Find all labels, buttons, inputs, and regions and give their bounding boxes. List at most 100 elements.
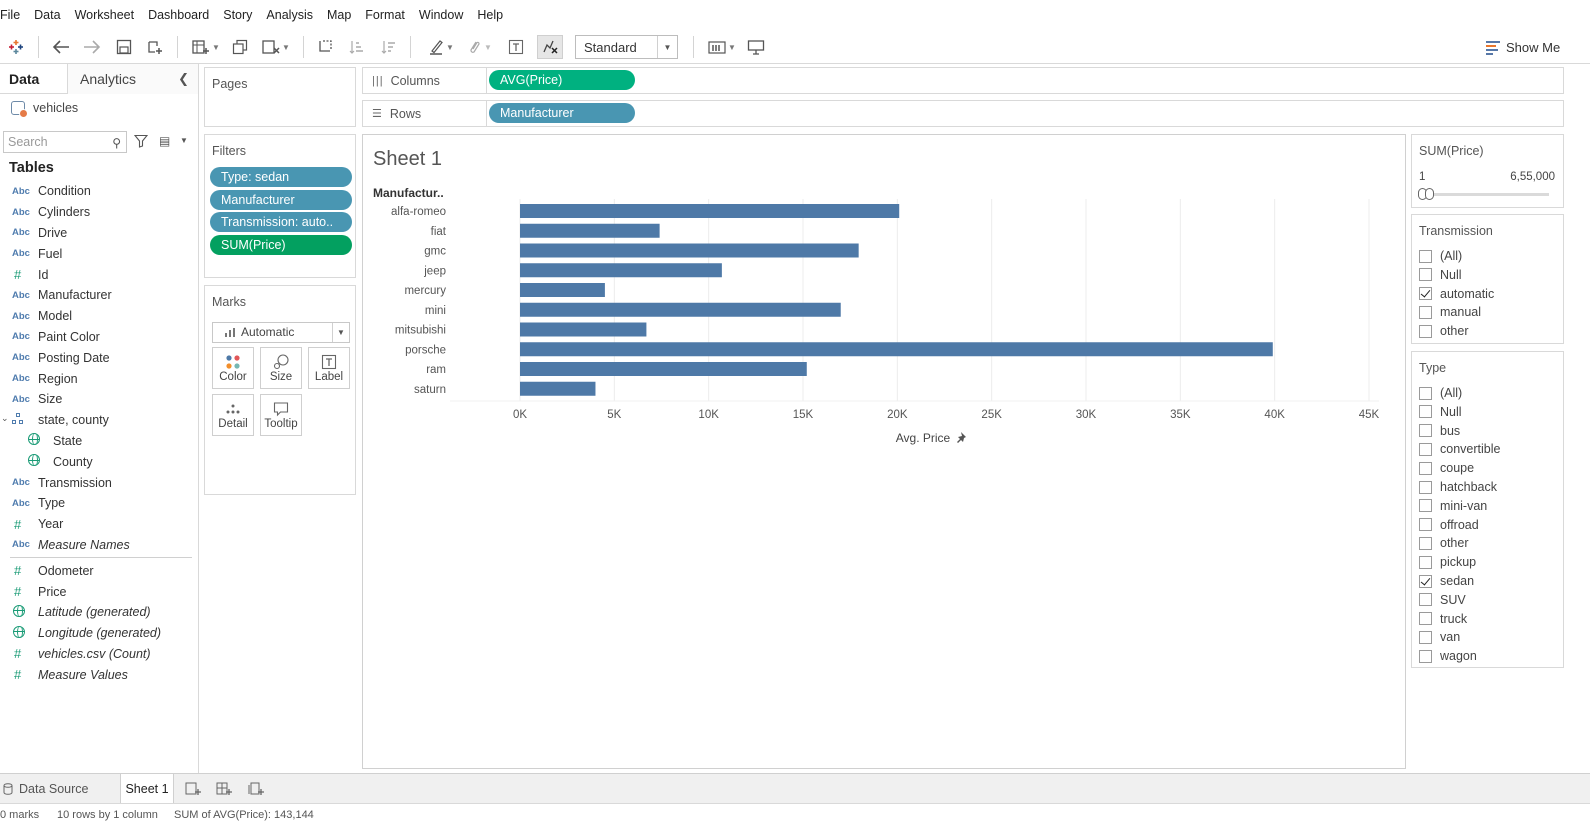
menu-worksheet[interactable]: Worksheet — [68, 0, 142, 30]
checkbox[interactable] — [1419, 424, 1432, 438]
marks-color-button[interactable]: Color — [212, 347, 254, 389]
mark-type-select[interactable]: Automatic ▼ — [212, 322, 350, 343]
checkbox[interactable] — [1419, 499, 1432, 513]
datasource-item[interactable]: vehicles — [0, 94, 198, 121]
type-option-suv[interactable]: SUV — [1419, 591, 1466, 609]
field-county[interactable]: County — [0, 451, 199, 472]
type-option-mini-van[interactable]: mini-van — [1419, 497, 1487, 515]
group-members-icon[interactable]: ▼ — [462, 35, 496, 59]
clear-sheet-icon[interactable]: ▼ — [258, 35, 294, 59]
checkbox[interactable] — [1419, 461, 1432, 475]
filter-pill-sum-price[interactable]: SUM(Price) — [210, 235, 352, 255]
fit-select[interactable]: Standard ▼ — [575, 35, 678, 59]
sort-ascending-icon[interactable] — [346, 35, 368, 59]
type-option-convertible[interactable]: convertible — [1419, 440, 1500, 458]
field-latitude-generated[interactable]: Latitude (generated) — [0, 602, 199, 623]
field-longitude-generated[interactable]: Longitude (generated) — [0, 623, 199, 644]
checkbox[interactable] — [1419, 593, 1432, 607]
field-odometer[interactable]: # Odometer — [0, 560, 199, 581]
marks-label-button[interactable]: Label — [308, 347, 350, 389]
checkbox[interactable] — [1419, 442, 1432, 456]
checkbox[interactable] — [1419, 386, 1432, 400]
view-list-icon[interactable]: ▤ — [159, 134, 170, 148]
field-drive[interactable]: Abc Drive — [0, 223, 199, 244]
type-option-wagon[interactable]: wagon — [1419, 647, 1477, 665]
field-cylinders[interactable]: Abc Cylinders — [0, 202, 199, 223]
marks-tooltip-button[interactable]: Tooltip — [260, 394, 302, 436]
transmission-option-other[interactable]: other — [1419, 322, 1469, 340]
columns-pill-avg-price[interactable]: AVG(Price) — [489, 70, 635, 90]
menu-file[interactable]: File — [0, 0, 27, 30]
filter-pill-transmission[interactable]: Transmission: auto.. — [210, 212, 352, 232]
presentation-mode-icon[interactable] — [745, 35, 767, 59]
marks-detail-button[interactable]: Detail — [212, 394, 254, 436]
field-fuel[interactable]: Abc Fuel — [0, 243, 199, 264]
type-option-offroad[interactable]: offroad — [1419, 516, 1479, 534]
transmission-option-manual[interactable]: manual — [1419, 303, 1481, 321]
field-region[interactable]: Abc Region — [0, 368, 199, 389]
undo-arrow-icon[interactable] — [50, 35, 72, 59]
field-type[interactable]: Abc Type — [0, 493, 199, 514]
price-slider-max-handle[interactable] — [1425, 188, 1434, 200]
checkbox[interactable] — [1419, 518, 1432, 532]
field-transmission[interactable]: Abc Transmission — [0, 472, 199, 493]
type-option-sedan[interactable]: sedan — [1419, 572, 1474, 590]
show-cards-icon[interactable]: ▼ — [705, 35, 739, 59]
sort-descending-icon[interactable] — [378, 35, 400, 59]
columns-shelf[interactable]: ||| Columns AVG(Price) — [362, 67, 1564, 94]
checkbox[interactable] — [1419, 555, 1432, 569]
checkbox[interactable] — [1419, 324, 1432, 338]
new-story-tab-icon[interactable] — [245, 774, 267, 803]
transmission-option-automatic[interactable]: automatic — [1419, 285, 1494, 303]
filter-funnel-icon[interactable] — [134, 134, 148, 148]
tab-sheet1[interactable]: Sheet 1 — [120, 774, 174, 803]
type-option-coupe[interactable]: coupe — [1419, 459, 1474, 477]
checkbox[interactable] — [1419, 612, 1432, 626]
field-price[interactable]: # Price — [0, 581, 199, 602]
type-option-truck[interactable]: truck — [1419, 610, 1467, 628]
type-option-bus[interactable]: bus — [1419, 422, 1460, 440]
new-worksheet-tab-icon[interactable] — [182, 774, 204, 803]
price-slider-track[interactable] — [1419, 193, 1549, 196]
field-model[interactable]: Abc Model — [0, 306, 199, 327]
chevron-down-icon[interactable]: ▼ — [180, 136, 188, 145]
chevron-down-icon[interactable]: ⌄ — [1, 413, 9, 424]
checkbox[interactable] — [1419, 574, 1432, 588]
type-option-other[interactable]: other — [1419, 534, 1469, 552]
duplicate-sheet-icon[interactable] — [229, 35, 251, 59]
menu-help[interactable]: Help — [470, 0, 510, 30]
filter-pill-manufacturer[interactable]: Manufacturer — [210, 190, 352, 210]
rows-shelf[interactable]: ☰ Rows Manufacturer — [362, 100, 1564, 127]
show-me-button[interactable]: Show Me — [1486, 35, 1560, 59]
new-worksheet-icon[interactable]: ▼ — [188, 35, 224, 59]
transmission-option-all[interactable]: (All) — [1419, 247, 1462, 265]
field-measure-values[interactable]: # Measure Values — [0, 664, 199, 685]
field-year[interactable]: # Year — [0, 514, 199, 535]
checkbox[interactable] — [1419, 405, 1432, 419]
menu-data[interactable]: Data — [27, 0, 67, 30]
field-id[interactable]: # Id — [0, 264, 199, 285]
field-measure-names[interactable]: Abc Measure Names — [0, 535, 199, 556]
tab-data-source[interactable]: Data Source — [3, 774, 119, 803]
menu-format[interactable]: Format — [358, 0, 412, 30]
checkbox[interactable] — [1419, 249, 1432, 263]
collapse-pane-icon[interactable]: ❮ — [178, 71, 189, 87]
checkbox[interactable] — [1419, 287, 1432, 301]
marks-size-button[interactable]: Size — [260, 347, 302, 389]
field-paint-color[interactable]: Abc Paint Color — [0, 327, 199, 348]
type-option-all[interactable]: (All) — [1419, 384, 1462, 402]
type-option-pickup[interactable]: pickup — [1419, 553, 1476, 571]
checkbox[interactable] — [1419, 630, 1432, 644]
menu-analysis[interactable]: Analysis — [259, 0, 320, 30]
redo-arrow-icon[interactable] — [81, 35, 103, 59]
highlight-pen-icon[interactable]: ▼ — [424, 35, 458, 59]
transmission-option-null[interactable]: Null — [1419, 266, 1462, 284]
field-posting-date[interactable]: Abc Posting Date — [0, 347, 199, 368]
field-search-input[interactable]: Search ⚲ — [3, 131, 127, 153]
type-option-van[interactable]: van — [1419, 628, 1460, 646]
checkbox[interactable] — [1419, 649, 1432, 663]
swap-rows-columns-icon[interactable] — [314, 35, 336, 59]
field-vehicles-csv-count[interactable]: # vehicles.csv (Count) — [0, 644, 199, 665]
menu-dashboard[interactable]: Dashboard — [141, 0, 216, 30]
menu-map[interactable]: Map — [320, 0, 358, 30]
